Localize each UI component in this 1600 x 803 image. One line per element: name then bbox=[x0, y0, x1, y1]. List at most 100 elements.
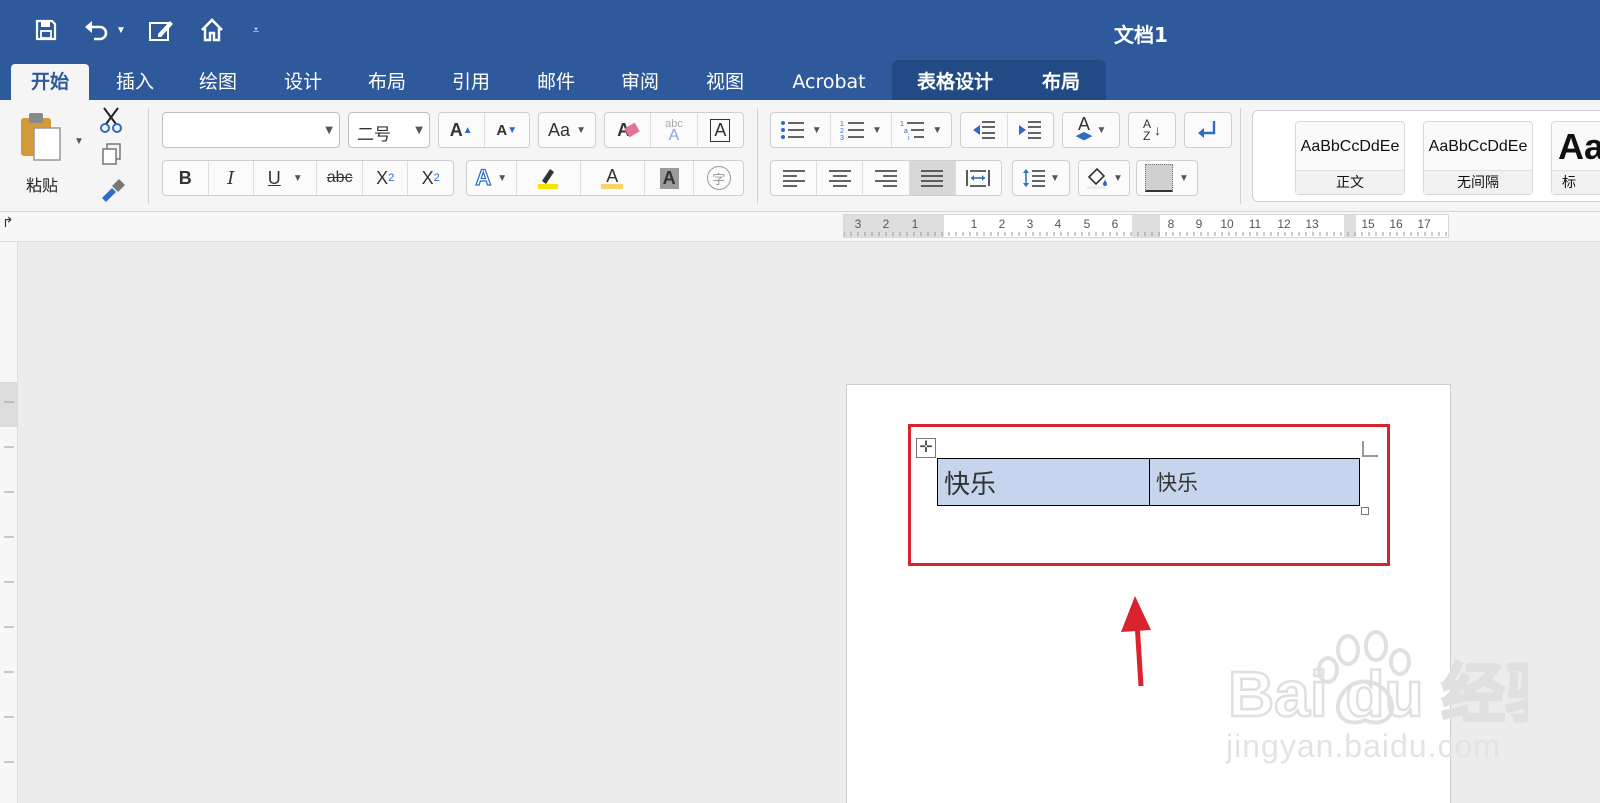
svg-text:1: 1 bbox=[840, 121, 844, 128]
align-center-button[interactable] bbox=[817, 161, 864, 195]
paste-dropdown-icon[interactable]: ▼ bbox=[74, 136, 84, 147]
bold-button[interactable]: B bbox=[163, 161, 209, 195]
multilevel-list-button[interactable]: 1 a i ▼ bbox=[892, 113, 951, 147]
title-bar: ▼ ⩡ 文档1 bbox=[0, 0, 1600, 64]
tab-mailings[interactable]: 邮件 bbox=[525, 64, 587, 100]
ruler-label: 3 bbox=[1027, 217, 1034, 231]
ruler-label: 10 bbox=[1220, 217, 1234, 231]
tab-insert[interactable]: 插入 bbox=[104, 64, 166, 100]
distributed-icon bbox=[966, 170, 991, 187]
ruler-label: 2 bbox=[883, 217, 890, 231]
font-color-button[interactable]: A bbox=[581, 161, 645, 195]
subscript-button[interactable]: X2 bbox=[363, 161, 409, 195]
increase-indent-button[interactable] bbox=[1008, 113, 1054, 147]
italic-button[interactable]: I bbox=[209, 161, 255, 195]
bullet-list-icon bbox=[780, 121, 804, 139]
undo-icon[interactable] bbox=[80, 14, 114, 46]
sort-button[interactable]: A Z ↓ bbox=[1128, 112, 1176, 148]
home-icon[interactable] bbox=[197, 14, 227, 46]
ruler-label: 2 bbox=[999, 217, 1006, 231]
character-shading-button[interactable]: A bbox=[645, 161, 695, 195]
character-border-button[interactable]: A bbox=[698, 113, 743, 147]
phonetic-guide-button[interactable]: abc A bbox=[651, 113, 698, 147]
bullets-button[interactable]: ▼ bbox=[771, 113, 832, 147]
paste-label: 粘贴 bbox=[26, 176, 59, 195]
text-direction-button[interactable]: A ◀▶ ▼ bbox=[1062, 112, 1120, 148]
style-no-spacing[interactable]: AaBbCcDdEe 无间隔 bbox=[1423, 121, 1533, 195]
increase-indent-icon bbox=[1019, 121, 1042, 139]
tab-draw[interactable]: 绘图 bbox=[187, 64, 249, 100]
change-case-button[interactable]: Aa ▼ bbox=[538, 112, 596, 148]
list-group: ▼ 1 2 3 ▼ 1 a i ▼ bbox=[770, 112, 952, 148]
superscript-button[interactable]: X2 bbox=[408, 161, 453, 195]
shrink-font-button[interactable]: A ▼ bbox=[485, 113, 530, 147]
borders-icon bbox=[1145, 164, 1174, 192]
paste-button[interactable]: ▼ 粘贴 bbox=[12, 106, 84, 200]
ruler-label: 5 bbox=[1084, 217, 1091, 231]
ruler-label: 13 bbox=[1305, 217, 1319, 231]
document-title: 文档1 bbox=[1114, 23, 1168, 47]
underline-button[interactable]: U ▼ bbox=[254, 161, 318, 195]
undo-dropdown-icon[interactable]: ▼ bbox=[114, 14, 128, 46]
tab-design[interactable]: 设计 bbox=[272, 64, 334, 100]
text-effects-button[interactable]: A ▼ bbox=[467, 161, 517, 195]
customize-toolbar-icon[interactable]: ⩡ bbox=[246, 14, 266, 46]
strikethrough-button[interactable]: abc bbox=[317, 161, 363, 195]
tab-review[interactable]: 审阅 bbox=[609, 64, 671, 100]
tab-references[interactable]: 引用 bbox=[440, 64, 502, 100]
enclose-characters-button[interactable]: 字 bbox=[694, 161, 743, 195]
copy-icon[interactable] bbox=[100, 142, 126, 168]
tab-selector-icon[interactable]: ↱ bbox=[2, 214, 14, 231]
font-style-group: B I U ▼ abc X2 X2 bbox=[162, 160, 454, 196]
edit-doc-icon[interactable] bbox=[147, 14, 177, 46]
cut-icon[interactable] bbox=[98, 106, 126, 134]
show-formatting-button[interactable] bbox=[1184, 112, 1232, 148]
line-spacing-button[interactable]: ▼ bbox=[1012, 160, 1070, 196]
paragraph-mark-icon bbox=[1198, 121, 1216, 138]
numbering-button[interactable]: 1 2 3 ▼ bbox=[831, 113, 892, 147]
horizontal-ruler[interactable]: 3 2 1 1 2 3 4 5 6 8 9 10 11 12 13 15 16 17 bbox=[843, 214, 1449, 238]
style-normal[interactable]: AaBbCcDdEe 正文 bbox=[1295, 121, 1405, 195]
ruler-ticks: 3 2 1 1 2 3 4 5 6 8 9 10 11 12 13 15 16 17 bbox=[843, 215, 1447, 237]
ruler-label: 4 bbox=[1055, 217, 1062, 231]
line-spacing-icon bbox=[1023, 169, 1046, 187]
table-move-handle-icon[interactable]: ✛ bbox=[916, 438, 936, 458]
table-end-mark bbox=[1362, 441, 1378, 457]
clear-format-button[interactable]: A bbox=[605, 113, 652, 147]
align-right-button[interactable] bbox=[863, 161, 910, 195]
justify-icon bbox=[921, 170, 944, 187]
paint-bucket-icon bbox=[1087, 167, 1108, 189]
tab-layout[interactable]: 布局 bbox=[356, 64, 418, 100]
annotation-arrow bbox=[1121, 596, 1151, 686]
tab-view[interactable]: 视图 bbox=[694, 64, 756, 100]
align-center-icon bbox=[828, 170, 851, 187]
tab-table-design[interactable]: 表格设计 bbox=[905, 64, 1005, 100]
font-size-adjust-group: A ▲ A ▼ bbox=[438, 112, 530, 148]
vertical-ruler-ticks bbox=[0, 382, 18, 763]
table-cell[interactable]: 快乐 bbox=[937, 458, 1150, 506]
shading-button[interactable]: ▼ bbox=[1078, 160, 1130, 196]
clear-format-group: A abc A A bbox=[604, 112, 744, 148]
tab-acrobat[interactable]: Acrobat bbox=[783, 64, 875, 100]
svg-text:2: 2 bbox=[840, 128, 844, 135]
decrease-indent-button[interactable] bbox=[961, 113, 1008, 147]
borders-button[interactable]: ▼ bbox=[1136, 160, 1198, 196]
svg-text:1: 1 bbox=[900, 121, 904, 128]
table-resize-handle[interactable] bbox=[1361, 507, 1369, 515]
table-cell[interactable]: 快乐 bbox=[1149, 458, 1360, 506]
highlight-button[interactable] bbox=[517, 161, 581, 195]
save-icon[interactable] bbox=[31, 14, 61, 46]
format-painter-icon[interactable] bbox=[98, 178, 126, 204]
distributed-button[interactable] bbox=[956, 161, 1001, 195]
font-size-combo[interactable]: 二号 ▼ bbox=[348, 112, 430, 148]
ruler-label: 11 bbox=[1249, 217, 1262, 231]
ruler-label: 17 bbox=[1417, 217, 1431, 231]
style-heading[interactable]: Aa 标 bbox=[1551, 121, 1600, 195]
tab-home[interactable]: 开始 bbox=[11, 64, 89, 100]
justify-button[interactable] bbox=[909, 161, 956, 195]
tab-table-layout[interactable]: 布局 bbox=[1030, 64, 1092, 100]
grow-font-button[interactable]: A ▲ bbox=[439, 113, 485, 147]
vertical-ruler[interactable] bbox=[0, 242, 18, 803]
font-name-combo[interactable]: ▼ bbox=[162, 112, 340, 148]
align-left-button[interactable] bbox=[771, 161, 818, 195]
